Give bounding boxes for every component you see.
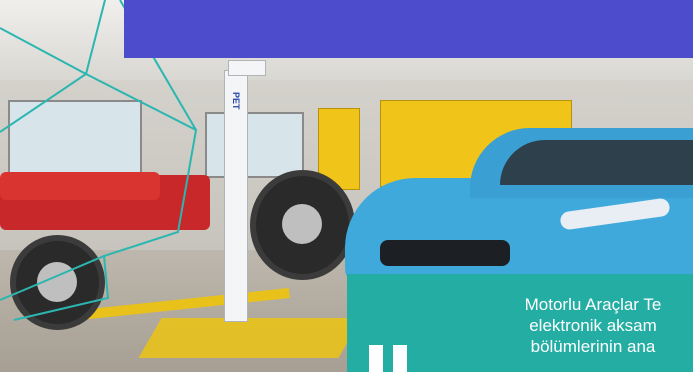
quote-mark-icon bbox=[369, 345, 409, 372]
quote-line: Motorlu Araçlar Te bbox=[524, 295, 662, 314]
quote-line: bölümlerinin ana bbox=[530, 337, 656, 356]
quote-text: Motorlu Araçlar Te elektronik aksam bölü… bbox=[443, 294, 693, 357]
top-banner bbox=[124, 0, 693, 58]
quote-line: elektronik aksam bbox=[529, 316, 657, 335]
quote-card: Motorlu Araçlar Te elektronik aksam bölü… bbox=[347, 274, 693, 372]
